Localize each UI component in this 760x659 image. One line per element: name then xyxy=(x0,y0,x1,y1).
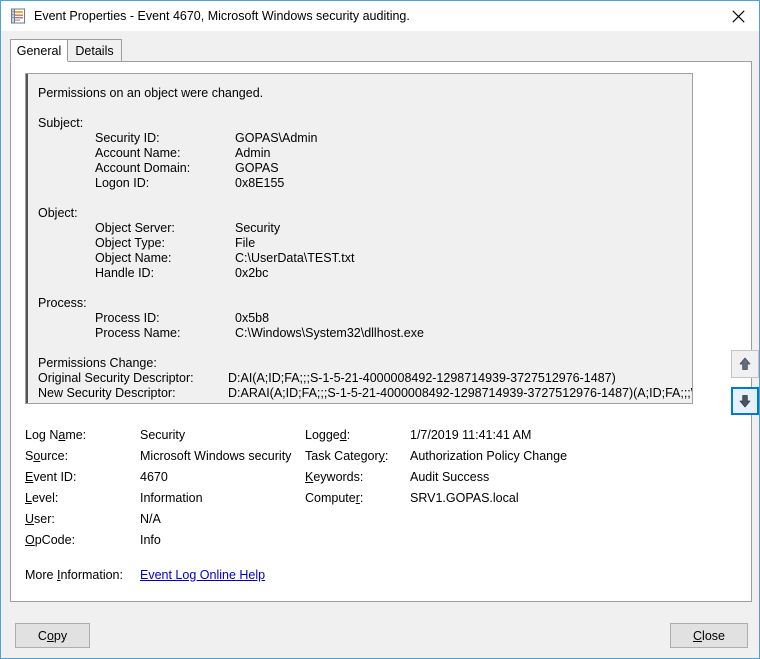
field-row: Object Type: File xyxy=(38,236,692,251)
opcode-value: Info xyxy=(140,532,161,547)
field-label: Process ID: xyxy=(95,311,160,325)
close-icon[interactable] xyxy=(715,1,759,31)
source-value: Microsoft Windows security xyxy=(140,448,292,463)
field-value: D:AI(A;ID;FA;;;S-1-5-21-4000008492-12987… xyxy=(228,371,616,385)
opcode-label: OpCode: xyxy=(25,532,76,547)
field-row: Account Name: Admin xyxy=(38,146,692,161)
more-information-label: More Information: xyxy=(25,567,123,582)
field-value: GOPAS xyxy=(235,161,279,175)
log-name-label: Log Name: xyxy=(25,427,87,442)
details-row: Log Name: Security Logged: 1/7/2019 11:4… xyxy=(25,424,725,445)
event-id-value: 4670 xyxy=(140,469,168,484)
details-row: Level: Information Computer: SRV1.GOPAS.… xyxy=(25,487,725,508)
task-category-label: Task Category: xyxy=(305,448,389,463)
section-title-object: Object: xyxy=(38,206,78,220)
event-description-text: Permissions on an object were changed. S… xyxy=(26,74,692,403)
field-row: Process ID: 0x5b8 xyxy=(38,311,692,326)
field-value: GOPAS\Admin xyxy=(235,131,318,145)
logged-value: 1/7/2019 11:41:41 AM xyxy=(410,427,532,442)
field-value: D:ARAI(A;ID;FA;;;S-1-5-21-4000008492-129… xyxy=(228,386,693,400)
field-value: 0x5b8 xyxy=(235,311,270,325)
more-information-row: More Information: Event Log Online Help xyxy=(25,564,725,585)
keywords-value: Audit Success xyxy=(410,469,490,484)
field-row: Logon ID: 0x8E155 xyxy=(38,176,692,191)
event-properties-window: Event Properties - Event 4670, Microsoft… xyxy=(0,0,760,659)
field-label: Process Name: xyxy=(95,326,181,340)
field-label: Security ID: xyxy=(95,131,160,145)
details-row: Event ID: 4670 Keywords: Audit Success xyxy=(25,466,725,487)
event-log-icon xyxy=(10,8,26,24)
field-value: 0x2bc xyxy=(235,266,269,280)
field-row: Handle ID: 0x2bc xyxy=(38,266,692,281)
arrow-up-icon xyxy=(737,356,753,372)
field-label: Account Name: xyxy=(95,146,181,160)
tab-strip: General Details xyxy=(10,39,752,62)
field-value: Admin xyxy=(235,146,271,160)
field-row: Object Server: Security xyxy=(38,221,692,236)
permissions-change-row: Original Security Descriptor: D:AI(A;ID;… xyxy=(38,371,692,386)
window-title: Event Properties - Event 4670, Microsoft… xyxy=(34,9,410,23)
section-title-permissions-change: Permissions Change: xyxy=(38,356,157,370)
field-label: Logon ID: xyxy=(95,176,150,190)
field-label: Object Type: xyxy=(95,236,165,250)
section-title-process: Process: xyxy=(38,296,87,310)
dialog-button-bar: Co py Close xyxy=(1,613,759,658)
log-name-value: Security xyxy=(140,427,186,442)
computer-label: Computer: xyxy=(305,490,364,505)
field-value: C:\Windows\System32\dllhost.exe xyxy=(235,326,424,340)
title-bar: Event Properties - Event 4670, Microsoft… xyxy=(1,1,759,31)
section-title-subject: Subject: xyxy=(38,116,84,130)
level-label: Level: xyxy=(25,490,59,505)
field-row: Security ID: GOPAS\Admin xyxy=(38,131,692,146)
field-label: Original Security Descriptor: xyxy=(38,371,194,385)
field-label: Object Name: xyxy=(95,251,172,265)
field-value: Security xyxy=(235,221,281,235)
field-label: Handle ID: xyxy=(95,266,155,280)
general-tab-panel: Permissions on an object were changed. S… xyxy=(10,61,759,602)
field-label: Object Server: xyxy=(95,221,175,235)
keywords-label: Keywords: xyxy=(305,469,364,484)
event-details-grid: Log Name: Security Logged: 1/7/2019 11:4… xyxy=(25,424,725,585)
source-label: Source: xyxy=(25,448,69,463)
field-row: Object Name: C:\UserData\TEST.txt xyxy=(38,251,692,266)
tab-details[interactable]: Details xyxy=(67,39,122,62)
task-category-value: Authorization Policy Change xyxy=(410,448,568,463)
permissions-change-row: New Security Descriptor: D:ARAI(A;ID;FA;… xyxy=(38,386,692,401)
field-row: Process Name: C:\Windows\System32\dllhos… xyxy=(38,326,692,341)
description-headline: Permissions on an object were changed. xyxy=(38,86,264,100)
close-button[interactable]: Close xyxy=(670,623,748,648)
field-value: 0x8E155 xyxy=(235,176,285,190)
user-value: N/A xyxy=(140,511,161,526)
event-description-pane[interactable]: Permissions on an object were changed. S… xyxy=(25,73,693,404)
details-row: OpCode: Info xyxy=(25,529,725,550)
next-event-button[interactable] xyxy=(731,387,759,415)
event-id-label: Event ID: xyxy=(25,469,77,484)
tab-details-label: Details xyxy=(75,43,114,58)
tab-general[interactable]: General xyxy=(10,39,68,62)
arrow-down-icon xyxy=(737,393,753,409)
level-value: Information xyxy=(140,490,203,505)
field-row: Account Domain: GOPAS xyxy=(38,161,692,176)
tab-general-label: General xyxy=(16,43,62,58)
logged-label: Logged: xyxy=(305,427,351,442)
details-row: User: N/A xyxy=(25,508,725,529)
details-row: Source: Microsoft Windows security Task … xyxy=(25,445,725,466)
copy-button[interactable]: Co py xyxy=(15,623,90,648)
event-log-online-help-link[interactable]: Event Log Online Help xyxy=(140,568,265,582)
computer-value: SRV1.GOPAS.local xyxy=(410,490,519,505)
field-label: Account Domain: xyxy=(95,161,191,175)
field-label: New Security Descriptor: xyxy=(38,386,176,400)
field-value: C:\UserData\TEST.txt xyxy=(235,251,355,265)
field-value: File xyxy=(235,236,256,250)
previous-event-button[interactable] xyxy=(731,350,759,378)
user-label: User: xyxy=(25,511,55,526)
